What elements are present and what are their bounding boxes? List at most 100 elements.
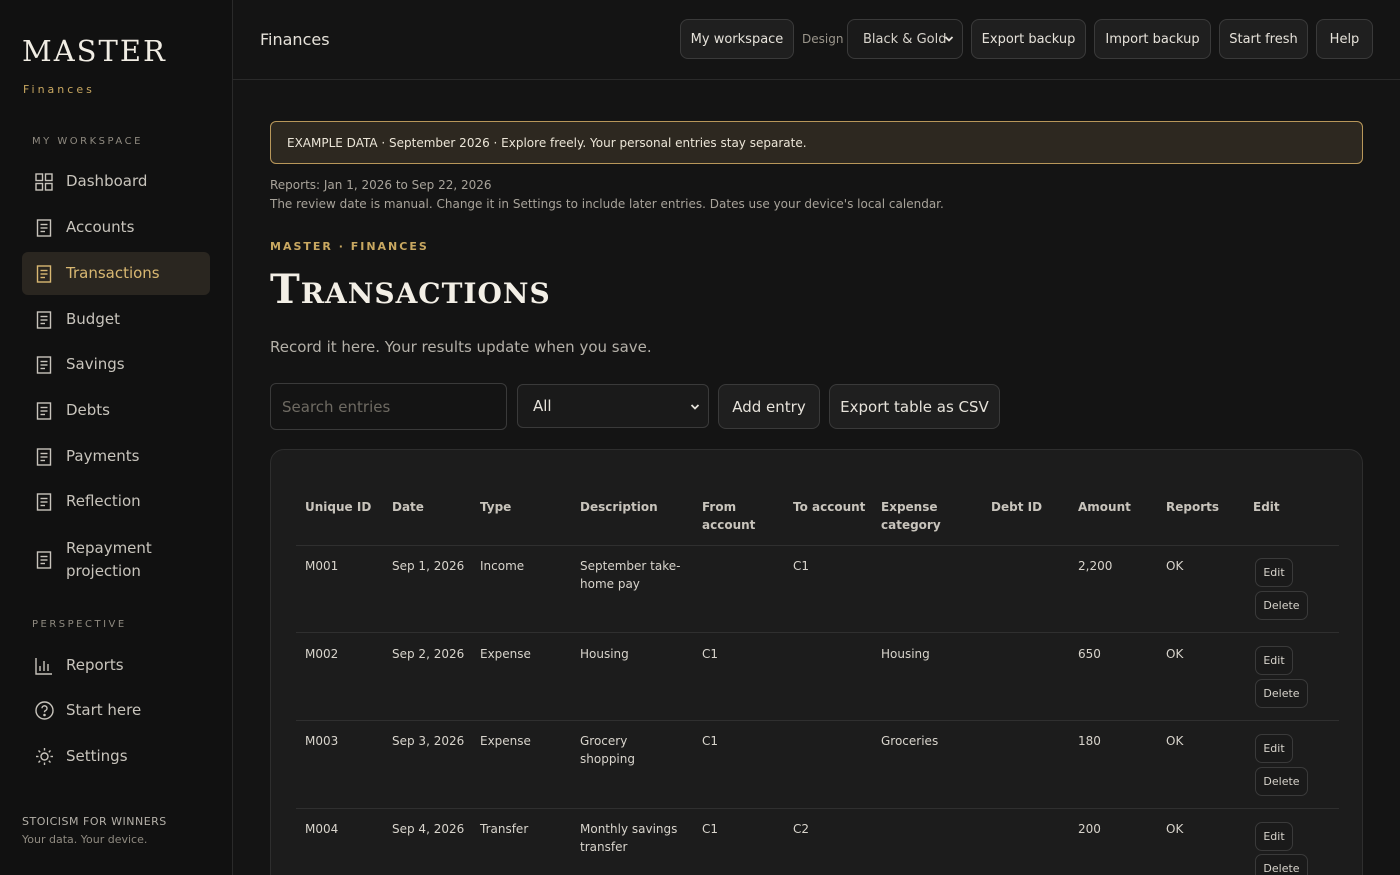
sun-icon [34, 747, 54, 767]
divider [296, 545, 1339, 546]
sidebar-item-reports[interactable]: Reports [22, 644, 210, 687]
delete-row-button[interactable]: Delete [1255, 854, 1308, 875]
delete-row-button[interactable]: Delete [1255, 767, 1308, 796]
sidebar-item-budget[interactable]: Budget [22, 298, 210, 341]
cell-type: Transfer [480, 822, 529, 836]
cell-amount: 180 [1078, 734, 1101, 748]
cell-from-account: C1 [702, 734, 719, 748]
bar-chart-icon [34, 656, 54, 676]
reports-range: Reports: Jan 1, 2026 to Sep 22, 2026 [270, 178, 492, 192]
my-workspace-button[interactable]: My workspace [680, 19, 794, 59]
column-header: Unique ID [305, 500, 372, 514]
design-select-value: Black & Gold [863, 31, 947, 47]
cell-category: Groceries [881, 734, 939, 748]
sidebar-item-label: Accounts [66, 218, 135, 236]
page-title: Transactions [270, 266, 551, 313]
import-backup-button[interactable]: Import backup [1094, 19, 1211, 59]
grid-icon [34, 172, 54, 192]
cell-date: Sep 3, 2026 [392, 734, 465, 748]
sidebar-item-label: Payments [66, 447, 140, 465]
cell-date: Sep 4, 2026 [392, 822, 465, 836]
cell-date: Sep 2, 2026 [392, 647, 465, 661]
sidebar-item-settings[interactable]: Settings [22, 735, 210, 778]
edit-row-button[interactable]: Edit [1255, 558, 1293, 587]
sidebar-item-start-here[interactable]: Start here [22, 689, 210, 732]
cell-to-account: C1 [793, 559, 810, 573]
sidebar-item-savings[interactable]: Savings [22, 343, 210, 386]
add-entry-button[interactable]: Add entry [718, 384, 820, 429]
export-backup-button[interactable]: Export backup [971, 19, 1086, 59]
sidebar-item-debts[interactable]: Debts [22, 389, 210, 432]
cell-amount: 2,200 [1078, 559, 1113, 573]
document-icon [34, 447, 54, 467]
brand-title: MASTER [22, 34, 167, 68]
filter-select-value: All [533, 397, 552, 415]
column-header: Edit [1253, 500, 1280, 514]
design-select[interactable]: Black & Gold [847, 19, 963, 59]
cell-description: Housing [580, 647, 629, 661]
sidebar-item-payments[interactable]: Payments [22, 435, 210, 478]
sidebar-item-label: Settings [66, 747, 128, 765]
cell-category: Housing [881, 647, 930, 661]
sidebar-item-label: Transactions [66, 264, 160, 282]
sidebar-item-label: Start here [66, 701, 142, 719]
cell-id: M001 [305, 559, 339, 573]
cell-id: M004 [305, 822, 339, 836]
help-circle-icon [34, 701, 54, 721]
edit-row-button[interactable]: Edit [1255, 646, 1293, 675]
divider [296, 632, 1339, 633]
column-header: Debt ID [991, 500, 1043, 514]
divider [296, 808, 1339, 809]
nav-section-workspace: MY WORKSPACE [32, 136, 143, 147]
document-icon [34, 550, 54, 570]
cell-description: Monthly savings transfer [580, 822, 678, 854]
column-header: Description [580, 500, 658, 514]
delete-row-button[interactable]: Delete [1255, 591, 1308, 620]
cell-amount: 200 [1078, 822, 1101, 836]
edit-row-button[interactable]: Edit [1255, 734, 1293, 763]
sidebar-item-reflection[interactable]: Reflection [22, 480, 210, 523]
column-header: Amount [1078, 500, 1131, 514]
cell-type: Income [480, 559, 525, 573]
sidebar-item-dashboard[interactable]: Dashboard [22, 160, 210, 203]
type-filter-select[interactable]: All [517, 384, 709, 428]
document-icon [34, 401, 54, 421]
sidebar-item-label: Repayment projection [66, 539, 152, 580]
column-header: Reports [1166, 500, 1220, 514]
header-title: Finances [260, 30, 330, 49]
document-icon [34, 218, 54, 238]
cell-reports: OK [1166, 559, 1184, 573]
document-icon [34, 492, 54, 512]
nav-section-perspective: PERSPECTIVE [32, 619, 127, 630]
export-csv-button[interactable]: Export table as CSV [829, 384, 1000, 429]
sidebar-item-label: Debts [66, 401, 110, 419]
column-header: To account [793, 500, 866, 514]
cell-reports: OK [1166, 822, 1184, 836]
sidebar-item-repayment-projection[interactable]: Repayment projection [22, 532, 210, 588]
edit-row-button[interactable]: Edit [1255, 822, 1293, 851]
column-header: Type [480, 500, 512, 514]
column-header: Date [392, 500, 424, 514]
delete-row-button[interactable]: Delete [1255, 679, 1308, 708]
divider [296, 720, 1339, 721]
chevron-down-icon [944, 36, 954, 42]
sidebar-item-label: Reflection [66, 492, 141, 510]
document-icon [34, 264, 54, 284]
start-fresh-button[interactable]: Start fresh [1219, 19, 1308, 59]
sidebar-item-transactions[interactable]: Transactions [22, 252, 210, 295]
cell-description: Grocery shopping [580, 734, 635, 766]
cell-to-account: C2 [793, 822, 810, 836]
document-icon [34, 310, 54, 330]
cell-amount: 650 [1078, 647, 1101, 661]
help-button[interactable]: Help [1316, 19, 1373, 59]
column-header: Expense category [881, 500, 941, 532]
cell-id: M002 [305, 647, 339, 661]
sidebar-item-label: Savings [66, 355, 125, 373]
cell-reports: OK [1166, 647, 1184, 661]
sidebar-item-label: Budget [66, 310, 120, 328]
chevron-down-icon [690, 404, 700, 410]
sidebar-item-accounts[interactable]: Accounts [22, 206, 210, 249]
search-input[interactable] [270, 383, 507, 430]
document-icon [34, 355, 54, 375]
example-data-notice: EXAMPLE DATA · September 2026 · Explore … [270, 121, 1363, 164]
